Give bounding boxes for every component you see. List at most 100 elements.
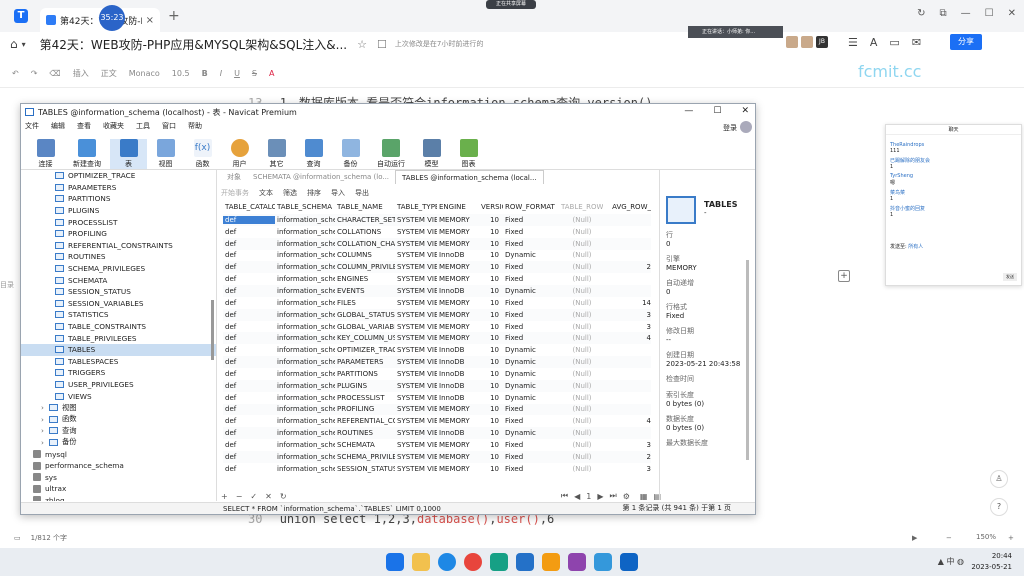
table-cell[interactable]: REFERENTIAL_CC bbox=[335, 417, 395, 425]
close-icon[interactable]: ✕ bbox=[741, 106, 749, 116]
table-cell[interactable]: def bbox=[223, 299, 275, 307]
column-header[interactable]: ENGINE bbox=[437, 203, 479, 211]
table-cell[interactable]: SYSTEM VIEW bbox=[395, 334, 437, 342]
table-cell[interactable]: InnoDB bbox=[437, 358, 479, 366]
tree-item-table[interactable]: TABLESPACES bbox=[21, 356, 216, 368]
discard-icon[interactable]: ✕ bbox=[265, 492, 272, 501]
tray-icons[interactable]: ▲ 中 ◍ bbox=[938, 556, 964, 567]
table-cell[interactable]: SYSTEM VIEW bbox=[395, 453, 437, 461]
table-cell[interactable]: Fixed bbox=[503, 441, 559, 449]
sublime-icon[interactable] bbox=[542, 553, 560, 571]
tree-item-table[interactable]: PARAMETERS bbox=[21, 182, 216, 194]
table-cell[interactable]: information_sche bbox=[275, 216, 335, 224]
strike-icon[interactable]: S bbox=[252, 69, 257, 78]
ribbon-other[interactable]: 其它 bbox=[258, 139, 295, 169]
table-cell[interactable]: Fixed bbox=[503, 323, 559, 331]
table-cell[interactable]: PARAMETERS bbox=[335, 358, 395, 366]
table-cell[interactable]: information_sche bbox=[275, 228, 335, 236]
table-cell[interactable]: 10 bbox=[479, 429, 503, 437]
table-cell[interactable]: 3 bbox=[603, 311, 651, 319]
table-cell[interactable]: (Null) bbox=[559, 228, 603, 236]
table-cell[interactable]: CHARACTER_SET bbox=[335, 216, 395, 224]
ribbon-model[interactable]: 模型 bbox=[413, 139, 450, 169]
table-cell[interactable]: MEMORY bbox=[437, 465, 479, 473]
login-link[interactable]: 登录 bbox=[723, 123, 737, 133]
table-cell[interactable]: Dynamic bbox=[503, 394, 559, 402]
tree-item-table[interactable]: SESSION_VARIABLES bbox=[21, 298, 216, 310]
column-header[interactable]: TABLE_ROWS bbox=[559, 203, 603, 211]
delete-row-icon[interactable]: − bbox=[236, 492, 243, 501]
table-cell[interactable]: 10 bbox=[479, 334, 503, 342]
ribbon-table[interactable]: 表 bbox=[110, 139, 147, 169]
table-cell[interactable]: Dynamic bbox=[503, 370, 559, 378]
menu-file[interactable]: 文件 bbox=[25, 121, 39, 131]
table-cell[interactable]: information_sche bbox=[275, 299, 335, 307]
table-cell[interactable]: Dynamic bbox=[503, 429, 559, 437]
tree-item-table[interactable]: TABLES bbox=[21, 343, 216, 356]
tree-item-table[interactable]: VIEWS bbox=[21, 390, 216, 402]
tree-item-table[interactable]: USER_PRIVILEGES bbox=[21, 379, 216, 391]
table-cell[interactable]: 4 bbox=[603, 334, 651, 342]
table-row[interactable]: definformation_scheENGINESSYSTEM VIEWMEM… bbox=[223, 273, 651, 285]
tree-group-item[interactable]: › 视图 bbox=[21, 402, 216, 414]
minimize-icon[interactable]: — bbox=[961, 8, 971, 19]
table-cell[interactable]: information_sche bbox=[275, 240, 335, 248]
table-cell[interactable]: PARTITIONS bbox=[335, 370, 395, 378]
table-cell[interactable]: Fixed bbox=[503, 465, 559, 473]
table-cell[interactable]: 10 bbox=[479, 358, 503, 366]
table-cell[interactable]: def bbox=[223, 429, 275, 437]
table-cell[interactable]: SYSTEM VIEW bbox=[395, 240, 437, 248]
table-cell[interactable]: InnoDB bbox=[437, 429, 479, 437]
table-cell[interactable]: SESSION_STATUS bbox=[335, 465, 395, 473]
ribbon-connect[interactable]: 连接 bbox=[27, 139, 64, 169]
menu-icon[interactable]: ☰ bbox=[848, 36, 858, 49]
menu-view[interactable]: 查看 bbox=[77, 121, 91, 131]
bold-icon[interactable]: B bbox=[202, 69, 208, 78]
navicat-icon[interactable] bbox=[594, 553, 612, 571]
table-row[interactable]: definformation_schePLUGINSSYSTEM VIEWInn… bbox=[223, 379, 651, 392]
table-cell[interactable]: OPTIMIZER_TRAC bbox=[335, 346, 395, 354]
table-cell[interactable]: GLOBAL_VARIABI bbox=[335, 323, 395, 331]
ribbon-user[interactable]: 用户 bbox=[221, 139, 258, 169]
table-cell[interactable]: COLUMN_PRIVILE bbox=[335, 263, 395, 271]
underline-icon[interactable]: U bbox=[234, 69, 240, 78]
table-cell[interactable]: SYSTEM VIEW bbox=[395, 405, 437, 413]
table-cell[interactable]: def bbox=[223, 394, 275, 402]
tree-item-table[interactable]: TRIGGERS bbox=[21, 367, 216, 379]
table-row[interactable]: def information_sche REFERENTIAL_CC SYSTEM … bbox=[223, 415, 651, 427]
tab-tables[interactable]: TABLES @information_schema (local... bbox=[395, 170, 544, 184]
table-row[interactable]: definformation_scheEVENTSSYSTEM VIEWInno… bbox=[223, 285, 651, 297]
table-cell[interactable]: def bbox=[223, 417, 275, 425]
table-cell[interactable]: information_sche bbox=[275, 405, 335, 413]
table-cell[interactable]: Dynamic bbox=[503, 287, 559, 295]
chrome-icon[interactable] bbox=[464, 553, 482, 571]
table-cell[interactable]: 10 bbox=[479, 216, 503, 224]
table-row[interactable]: def information_sche GLOBAL_VARIABI SYSTEM … bbox=[223, 321, 651, 333]
tree-group-item[interactable]: › 查询 bbox=[21, 425, 216, 437]
tree-item-table[interactable]: TABLE_PRIVILEGES bbox=[21, 332, 216, 344]
style-select[interactable]: 正文 bbox=[101, 68, 117, 79]
table-cell[interactable]: information_sche bbox=[275, 394, 335, 402]
home-icon[interactable]: ⌂ bbox=[10, 37, 18, 51]
table-cell[interactable]: InnoDB bbox=[437, 287, 479, 295]
tree-item-table[interactable]: ROUTINES bbox=[21, 251, 216, 263]
windows-start-icon[interactable] bbox=[386, 553, 404, 571]
font-size-select[interactable]: 10.5 bbox=[172, 69, 190, 78]
tree-item-table[interactable]: PROFILING bbox=[21, 228, 216, 240]
send-to-select[interactable]: 所有人 bbox=[908, 244, 923, 250]
table-cell[interactable]: Fixed bbox=[503, 405, 559, 413]
prev-page-icon[interactable]: ◀ bbox=[574, 492, 580, 501]
table-cell[interactable]: information_sche bbox=[275, 453, 335, 461]
table-cell[interactable]: 10 bbox=[479, 275, 503, 283]
table-cell[interactable]: SCHEMATA bbox=[335, 441, 395, 449]
column-header[interactable]: TABLE_NAME bbox=[335, 203, 395, 211]
undo-icon[interactable]: ↶ bbox=[12, 69, 19, 78]
zoom-level[interactable]: 150% bbox=[976, 533, 996, 541]
menu-window[interactable]: 窗口 bbox=[162, 121, 176, 131]
next-page-icon[interactable]: ▶ bbox=[597, 492, 603, 501]
tree-database-item[interactable]: mysql bbox=[21, 448, 216, 460]
table-cell[interactable]: MEMORY bbox=[437, 417, 479, 425]
table-cell[interactable]: Fixed bbox=[503, 216, 559, 224]
begin-transaction-button[interactable]: 开始事务 bbox=[221, 188, 249, 198]
grid-view-icon[interactable]: ▦ bbox=[640, 492, 648, 501]
